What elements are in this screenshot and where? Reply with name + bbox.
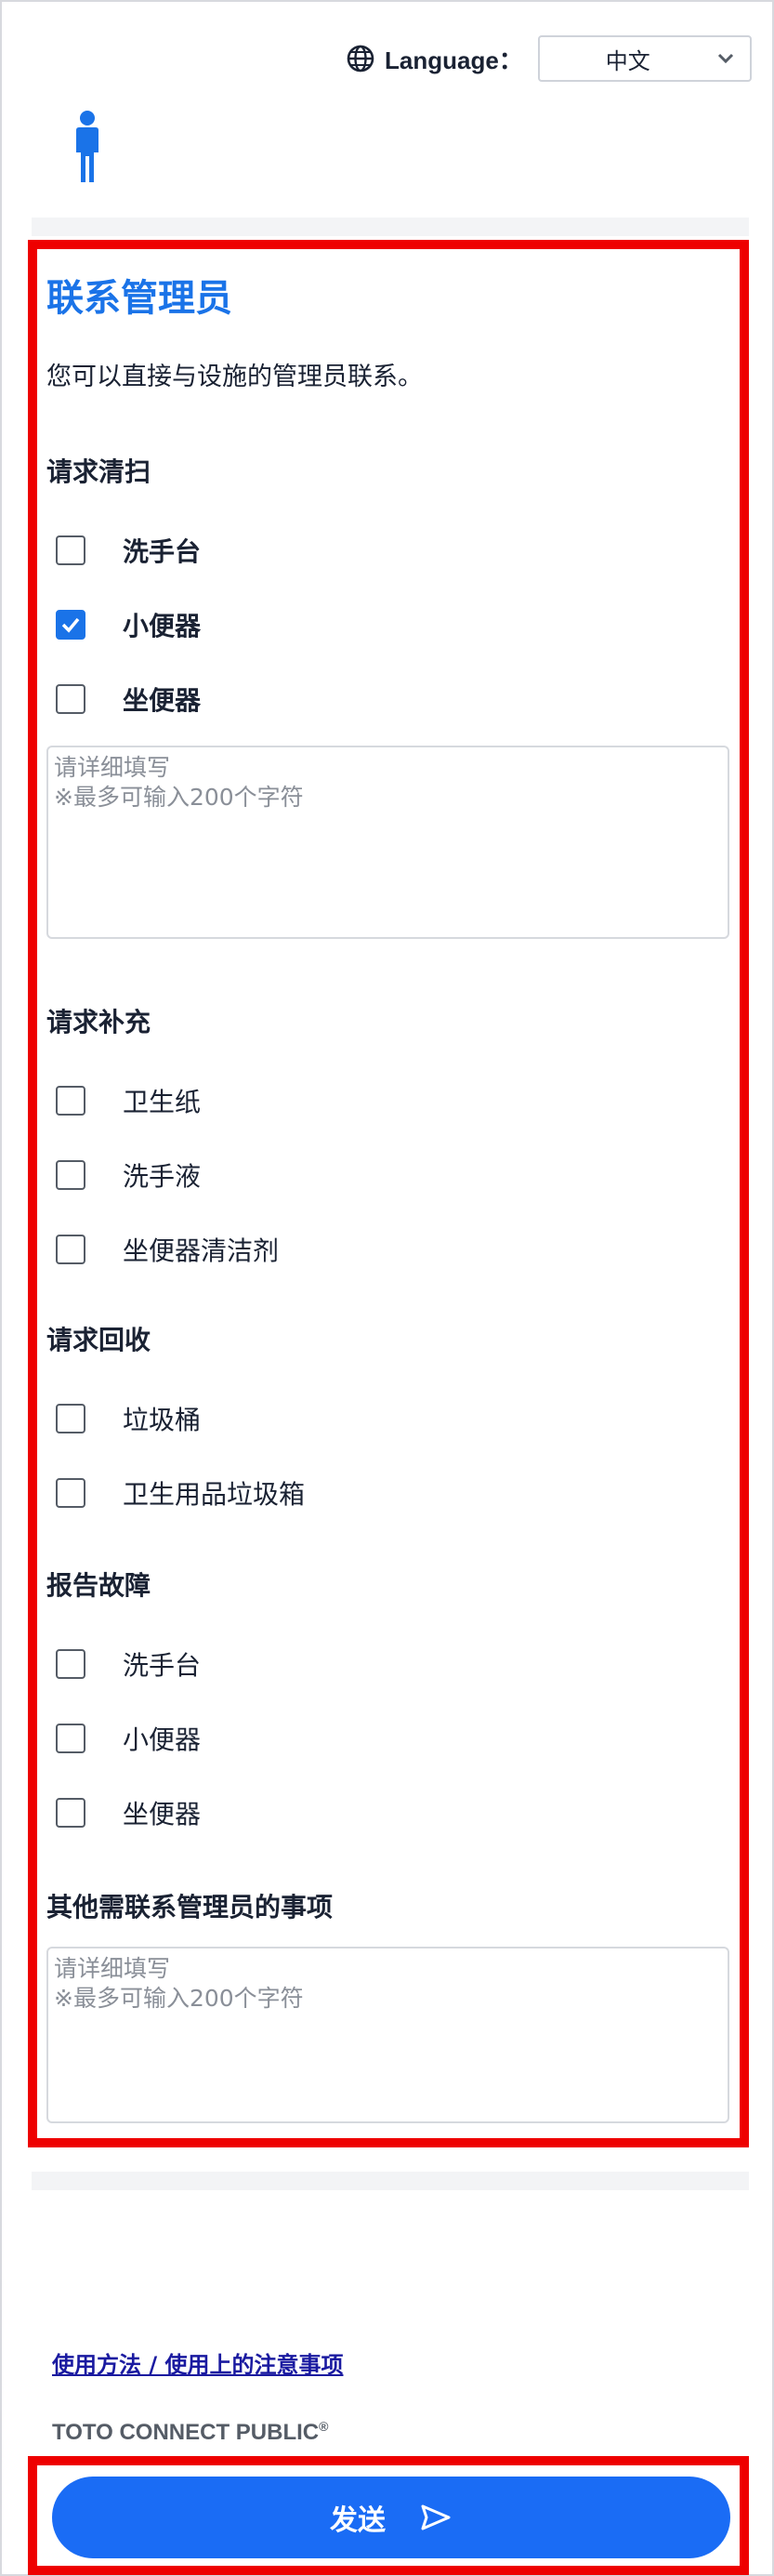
textarea-placeholder: ※最多可输入200个字符 (54, 1985, 304, 2012)
checkbox-label: 垃圾桶 (123, 1405, 202, 1435)
language-select-value: 中文 (605, 47, 650, 74)
page-frame: Language： 中文 联系管理员 您可以直接与设施的管理员联系。 请求清扫 … (0, 0, 774, 2576)
checkbox-row[interactable]: 洗手液 (46, 1138, 734, 1212)
person-icon (76, 111, 98, 182)
checkbox-label: 卫生用品垃圾箱 (123, 1479, 306, 1510)
send-icon (421, 2504, 451, 2530)
checkbox[interactable] (56, 1478, 85, 1508)
checkbox[interactable] (56, 1404, 85, 1433)
brand-name: TOTO CONNECT PUBLIC® (52, 2419, 328, 2446)
top-divider-band (32, 218, 749, 236)
checkbox[interactable] (56, 684, 85, 714)
checkbox-label: 洗手台 (123, 1650, 202, 1681)
checkbox[interactable] (56, 1086, 85, 1116)
section-heading-collection: 请求回收 (46, 1325, 151, 1355)
checkbox-row[interactable]: 坐便器清洁剂 (46, 1212, 734, 1287)
textarea-placeholder: 请详细填写 (54, 1955, 171, 1982)
checkbox-checked[interactable] (56, 610, 85, 640)
checkbox-label: 坐便器 (123, 1799, 202, 1830)
checkbox-label: 卫生纸 (123, 1087, 202, 1117)
checkbox-row[interactable]: 卫生纸 (46, 1063, 734, 1138)
checkbox-row[interactable]: 洗手台 (46, 1627, 734, 1701)
checkbox[interactable] (56, 1798, 85, 1828)
section-heading-supply: 请求补充 (46, 1007, 151, 1037)
checkbox-row[interactable]: 小便器 (46, 1701, 734, 1776)
checkbox-label: 小便器 (123, 611, 202, 641)
checkbox-row[interactable]: 坐便器 (46, 1776, 734, 1850)
brand-text: TOTO CONNECT PUBLIC (52, 2420, 320, 2445)
form-title: 联系管理员 (46, 277, 232, 320)
checkbox-label: 小便器 (123, 1724, 202, 1755)
section-heading-other: 其他需联系管理员的事项 (46, 1892, 334, 1922)
checkbox-label: 洗手台 (123, 536, 202, 567)
checkmark-icon (61, 617, 80, 633)
checkbox[interactable] (56, 1724, 85, 1753)
other-details-textarea[interactable]: 请详细填写 ※最多可输入200个字符 (46, 1947, 729, 2123)
chevron-down-icon (717, 53, 733, 64)
send-button[interactable]: 发送 (52, 2477, 730, 2558)
section-heading-fault: 报告故障 (46, 1570, 151, 1601)
language-selector-row: Language： 中文 (346, 35, 752, 82)
checkbox-label: 坐便器 (123, 685, 202, 716)
section-heading-cleaning: 请求清扫 (46, 456, 151, 487)
language-select[interactable]: 中文 (537, 35, 752, 82)
checkbox-label: 坐便器清洁剂 (123, 1235, 280, 1266)
checkbox[interactable] (56, 1235, 85, 1264)
checkbox[interactable] (56, 1649, 85, 1679)
checkbox[interactable] (56, 1160, 85, 1190)
checkbox-row[interactable]: 小便器 (46, 588, 734, 662)
textarea-placeholder: 请详细填写 (54, 754, 171, 781)
bottom-divider-band (32, 2172, 749, 2190)
checkbox-row[interactable]: 卫生用品垃圾箱 (46, 1456, 734, 1530)
language-label: Language： (385, 46, 523, 74)
checkbox[interactable] (56, 535, 85, 565)
globe-icon (347, 45, 374, 73)
usage-notes-link[interactable]: 使用方法 / 使用上的注意事项 (52, 2346, 343, 2379)
cleaning-details-textarea[interactable]: 请详细填写 ※最多可输入200个字符 (46, 746, 729, 939)
registered-mark: ® (319, 2419, 329, 2434)
checkbox-row[interactable]: 垃圾桶 (46, 1381, 734, 1456)
contact-admin-form: 联系管理员 您可以直接与设施的管理员联系。 请求清扫 洗手台 小便器 坐便器 请… (46, 273, 734, 2123)
checkbox-row[interactable]: 坐便器 (46, 662, 734, 736)
textarea-placeholder: ※最多可输入200个字符 (54, 784, 304, 811)
send-button-label: 发送 (330, 2504, 386, 2537)
form-intro: 您可以直接与设施的管理员联系。 (46, 363, 423, 391)
checkbox-label: 洗手液 (123, 1161, 202, 1192)
checkbox-row[interactable]: 洗手台 (46, 513, 734, 588)
